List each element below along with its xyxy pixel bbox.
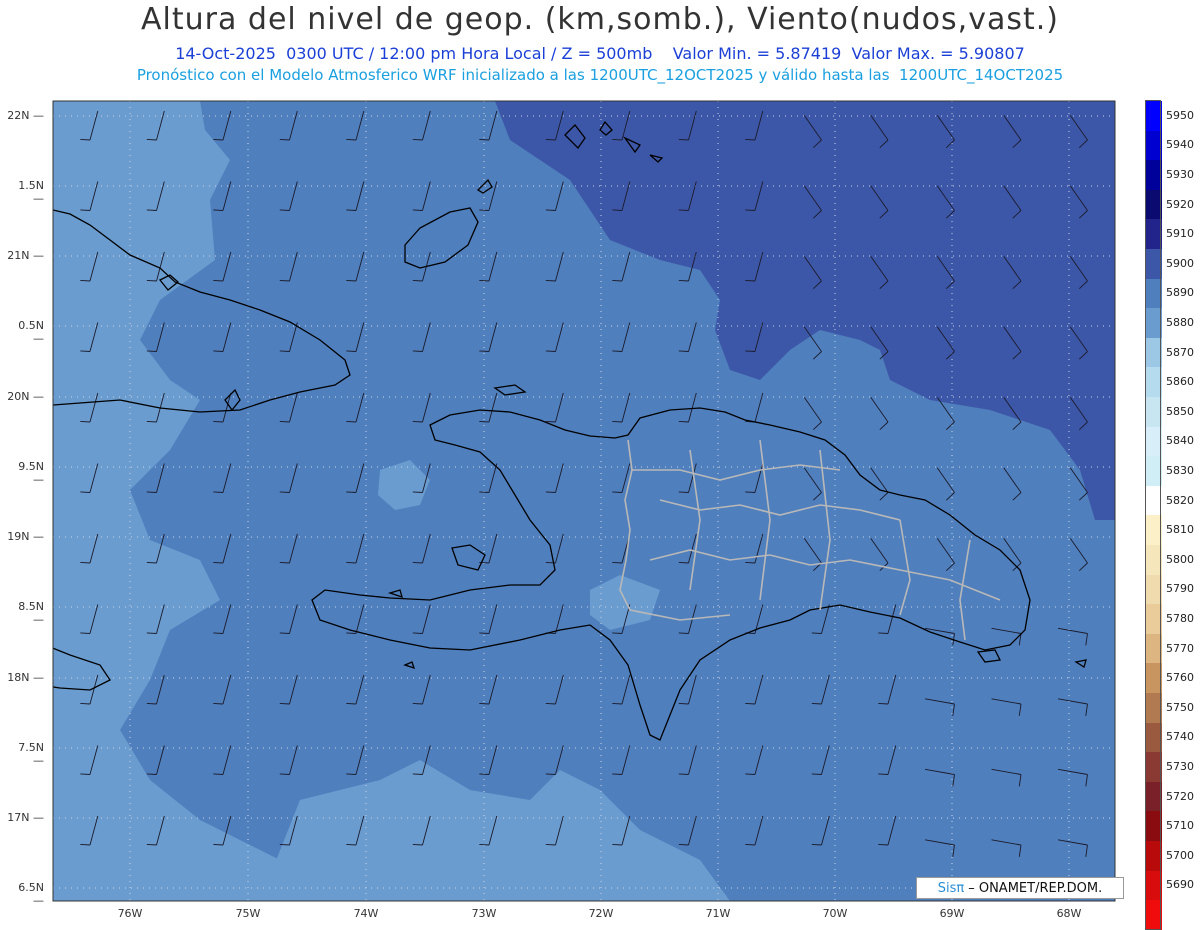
colorbar-label: 5800	[1166, 552, 1194, 566]
colorbar-label: 5890	[1166, 286, 1194, 300]
lat-label: 0.5N —	[18, 319, 44, 345]
lat-label: 21N —	[7, 249, 44, 262]
colorbar-label: 5870	[1166, 345, 1194, 359]
lat-label: 17N —	[7, 811, 44, 824]
colorbar-label: 5920	[1166, 197, 1194, 211]
colorbar-label: 5850	[1166, 404, 1194, 418]
colorbar-label: 5750	[1166, 700, 1194, 714]
colorbar-label: 5900	[1166, 256, 1194, 270]
lat-label: 22N —	[7, 109, 44, 122]
lat-label: 20N —	[7, 390, 44, 403]
sispi-logo-text: Sisπ	[937, 880, 965, 896]
lat-label: 1.5N —	[18, 179, 44, 205]
colorbar-label: 5700	[1166, 848, 1194, 862]
lon-label: 76W	[117, 907, 143, 920]
colorbar-label: 5710	[1166, 819, 1194, 833]
lon-label: 68W	[1056, 907, 1082, 920]
lon-label: 73W	[471, 907, 497, 920]
colorbar-label: 5730	[1166, 760, 1194, 773]
lon-label: 74W	[353, 907, 379, 920]
lat-label: 19N —	[7, 530, 44, 543]
credit-badge: Sisπ – ONAMET/REP.DOM.	[916, 877, 1124, 899]
lon-label: 72W	[588, 907, 614, 920]
colorbar-label: 5720	[1166, 789, 1194, 803]
colorbar-label: 5910	[1166, 227, 1194, 241]
colorbar-label: 5930	[1166, 168, 1194, 181]
colorbar-label: 5830	[1166, 464, 1194, 477]
lon-label: 69W	[939, 907, 965, 920]
lat-label: 6.5N —	[18, 881, 44, 907]
colorbar-label: 5860	[1166, 375, 1194, 389]
colorbar-label: 5880	[1166, 316, 1194, 329]
colorbar-label: 5810	[1166, 523, 1194, 537]
lon-label: 71W	[705, 907, 731, 920]
forecast-map	[52, 100, 1116, 902]
lat-label: 18N —	[7, 671, 44, 684]
colorbar-label: 5840	[1166, 434, 1194, 448]
colorbar-label: 5770	[1166, 641, 1194, 655]
credit-text: – ONAMET/REP.DOM.	[968, 880, 1103, 896]
colorbar-label: 5790	[1166, 582, 1194, 596]
colorbar-frame	[1145, 100, 1161, 930]
lon-label: 70W	[822, 907, 848, 920]
lon-label: 75W	[235, 907, 261, 920]
lat-label: 7.5N —	[18, 741, 44, 767]
cuba-south-coast	[53, 405, 54, 406]
colorbar-label: 5940	[1166, 138, 1194, 152]
colorbar-label: 5760	[1166, 671, 1194, 685]
lat-label: 9.5N —	[18, 460, 44, 486]
colorbar-label: 5780	[1166, 612, 1194, 625]
colorbar-label: 5740	[1166, 730, 1194, 744]
colorbar-label: 5690	[1166, 878, 1194, 892]
colorbar-label: 5820	[1166, 493, 1194, 507]
lat-label: 8.5N —	[18, 600, 44, 626]
colorbar-label: 5950	[1166, 108, 1194, 122]
